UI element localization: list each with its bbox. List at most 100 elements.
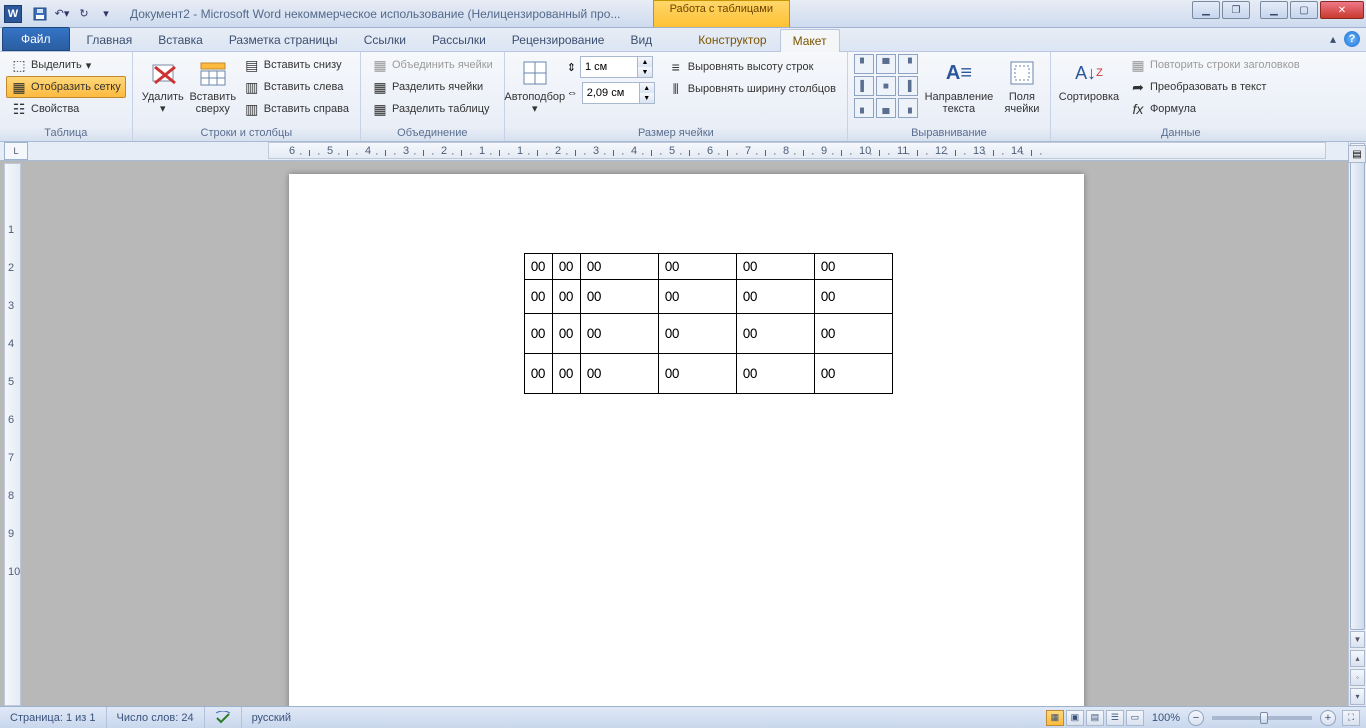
page: 0000000000000000000000000000000000000000… [289,174,1084,706]
table-cell[interactable]: 00 [581,254,659,280]
tab-design[interactable]: Конструктор [685,28,779,51]
insert-left-button[interactable]: ▥Вставить слева [239,76,354,98]
row-height-input[interactable]: ▲▼ [580,56,653,78]
table-cell[interactable]: 00 [553,254,581,280]
table-cell[interactable]: 00 [525,254,553,280]
autofit-button[interactable]: Автоподбор▾ [511,54,559,118]
status-words[interactable]: Число слов: 24 [107,707,205,728]
zoom-fit-button[interactable]: ⛶ [1342,710,1360,726]
zoom-slider[interactable] [1212,716,1312,720]
table-cell[interactable]: 00 [815,254,893,280]
status-proofing[interactable] [205,707,242,728]
table-cell[interactable]: 00 [525,314,553,354]
delete-button[interactable]: Удалить▾ [139,54,187,118]
text-direction-button[interactable]: A≡ Направление текста [924,54,994,118]
vertical-ruler[interactable]: 12345678910 [4,163,21,706]
table-cell[interactable]: 00 [815,354,893,394]
workspace: 12345678910 0000000000000000000000000000… [0,161,1348,706]
convert-to-text-button[interactable]: ➦Преобразовать в текст [1125,76,1305,98]
table-cell[interactable]: 00 [525,354,553,394]
maximize-button[interactable]: ▢ [1290,1,1318,19]
table-cell[interactable]: 00 [737,314,815,354]
col-width-input[interactable]: ▲▼ [582,82,655,104]
table-cell[interactable]: 00 [659,254,737,280]
table-cell[interactable]: 00 [581,280,659,314]
repeat-header-button[interactable]: ▦Повторить строки заголовков [1125,54,1305,76]
qat-customize[interactable]: ▾ [96,4,116,24]
mdi-minimize-button[interactable]: ▁ [1192,1,1220,19]
table-cell[interactable]: 00 [815,280,893,314]
document-table[interactable]: 0000000000000000000000000000000000000000… [524,253,893,394]
zoom-out-button[interactable]: − [1188,710,1204,726]
tab-insert[interactable]: Вставка [145,28,216,51]
redo-button[interactable]: ↻ [74,4,94,24]
formula-button[interactable]: fxФормула [1125,98,1305,120]
minimize-ribbon-button[interactable]: ▴ [1330,32,1336,46]
tab-file[interactable]: Файл [2,27,70,51]
cell-margins-button[interactable]: Поля ячейки [1000,54,1044,118]
table-cell[interactable]: 00 [553,354,581,394]
table-cell[interactable]: 00 [659,354,737,394]
sort-button[interactable]: A↓Z Сортировка [1057,54,1121,106]
view-gridlines-button[interactable]: ▦Отобразить сетку [6,76,126,98]
split-table-button[interactable]: ▦Разделить таблицу [367,98,498,120]
table-cell[interactable]: 00 [737,354,815,394]
view-web-layout[interactable]: ▤ [1086,710,1104,726]
status-page[interactable]: Страница: 1 из 1 [0,707,107,728]
undo-button[interactable]: ↶▾ [52,4,72,24]
tab-page-layout[interactable]: Разметка страницы [216,28,351,51]
alignment-grid[interactable]: ▘▀▝ ▌■▐ ▖▄▗ [854,54,918,118]
select-button[interactable]: ⬚Выделить ▾ [6,54,126,76]
table-cell[interactable]: 00 [815,314,893,354]
table-cell[interactable]: 00 [553,280,581,314]
insert-below-button[interactable]: ▤Вставить снизу [239,54,354,76]
view-full-screen[interactable]: ▣ [1066,710,1084,726]
browse-object-button[interactable]: ◦ [1350,669,1365,686]
table-cell[interactable]: 00 [581,314,659,354]
zoom-in-button[interactable]: + [1320,710,1336,726]
tab-mailings[interactable]: Рассылки [419,28,499,51]
next-page-button[interactable]: ▾ [1350,688,1365,705]
merge-cells-button[interactable]: ▦Объединить ячейки [367,54,498,76]
table-cell[interactable]: 00 [737,280,815,314]
split-cells-button[interactable]: ▦Разделить ячейки [367,76,498,98]
group-rows-cols: Удалить▾ Вставить сверху ▤Вставить снизу… [133,52,361,141]
distribute-cols-button[interactable]: ⦀Выровнять ширину столбцов [663,78,841,100]
table-cell[interactable]: 00 [525,280,553,314]
tab-selector[interactable]: L [4,142,28,160]
help-button[interactable]: ? [1344,31,1360,47]
table-cell[interactable]: 00 [659,314,737,354]
table-cell[interactable]: 00 [659,280,737,314]
table-cell[interactable]: 00 [581,354,659,394]
close-button[interactable]: ✕ [1320,1,1364,19]
mdi-restore-button[interactable]: ❐ [1222,1,1250,19]
ruler-toggle[interactable]: ▤ [1348,145,1366,163]
horizontal-ruler[interactable]: 6·ı·5·ı·4·ı·3·ı·2·ı·1·ı·1·ı·2·ı·3·ı·4·ı·… [268,142,1326,159]
minimize-button[interactable]: ▁ [1260,1,1288,19]
table-cell[interactable]: 00 [553,314,581,354]
group-table-label: Таблица [6,126,126,141]
insert-above-button[interactable]: Вставить сверху [189,54,237,118]
document-canvas[interactable]: 0000000000000000000000000000000000000000… [21,161,1348,706]
distribute-rows-button[interactable]: ≡Выровнять высоту строк [663,56,841,78]
tab-home[interactable]: Главная [74,28,146,51]
table-cell[interactable]: 00 [737,254,815,280]
zoom-level[interactable]: 100% [1152,712,1180,724]
save-button[interactable] [30,4,50,24]
group-rows-cols-label: Строки и столбцы [139,126,354,141]
scroll-down-button[interactable]: ▼ [1350,631,1365,648]
view-print-layout[interactable]: ▦ [1046,710,1064,726]
tab-review[interactable]: Рецензирование [499,28,618,51]
scroll-thumb[interactable] [1350,161,1365,630]
tab-references[interactable]: Ссылки [351,28,419,51]
prev-page-button[interactable]: ▴ [1350,650,1365,667]
tab-view[interactable]: Вид [617,28,665,51]
view-outline[interactable]: ☰ [1106,710,1124,726]
properties-button[interactable]: ☷Свойства [6,98,126,120]
app-icon: W [4,5,22,23]
vertical-scrollbar[interactable]: ▲ ▼ ▴ ◦ ▾ [1348,142,1366,706]
tab-layout[interactable]: Макет [780,29,840,52]
insert-right-button[interactable]: ▥Вставить справа [239,98,354,120]
view-draft[interactable]: ▭ [1126,710,1144,726]
status-language[interactable]: русский [242,707,301,728]
